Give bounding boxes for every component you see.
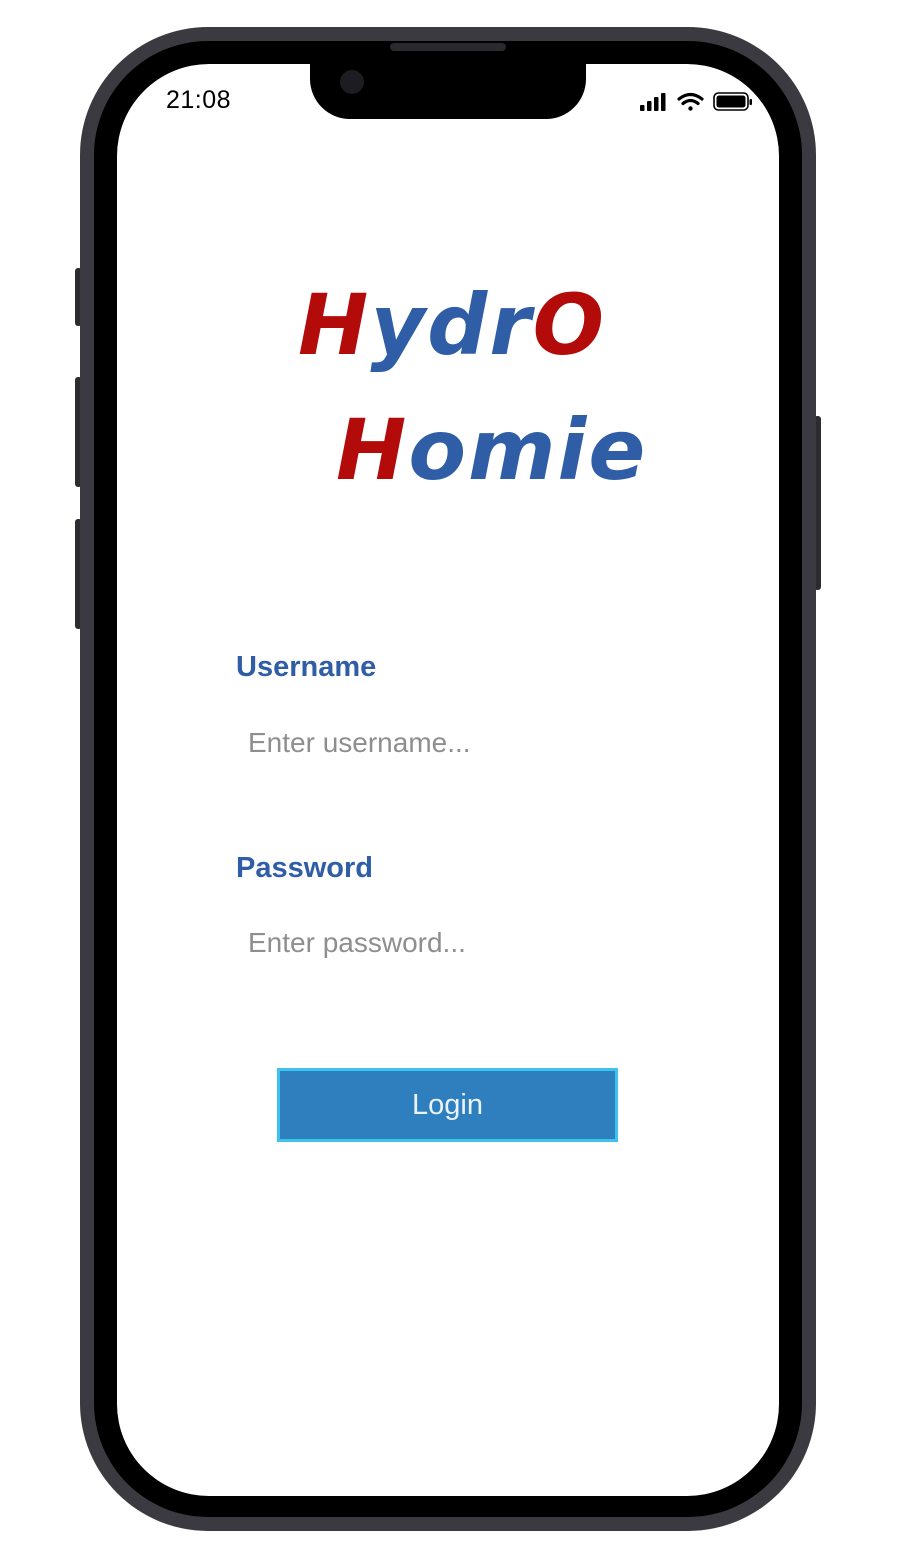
- logo-letter-o: O: [532, 276, 607, 374]
- password-input[interactable]: [238, 920, 658, 966]
- login-button-label: Login: [412, 1088, 483, 1121]
- password-label: Password: [236, 852, 373, 884]
- device-mockup: 21:08 HydrO Homie Username Enter usernam…: [0, 0, 900, 1548]
- front-camera: [340, 70, 364, 94]
- status-icons: [640, 90, 755, 114]
- logo-letter-h: H: [336, 401, 409, 499]
- signal-icon: [640, 93, 666, 111]
- status-time: 21:08: [166, 86, 232, 114]
- logo-letters-omie: omie: [408, 401, 648, 499]
- logo-line-homie: Homie: [336, 408, 647, 492]
- login-button[interactable]: Login: [277, 1068, 618, 1142]
- username-label: Username: [236, 651, 377, 683]
- logo-line-hydro: HydrO: [298, 283, 606, 367]
- wifi-icon: [677, 92, 704, 111]
- logo-letters-ydr: ydr: [370, 276, 533, 374]
- speaker-grille: [390, 43, 506, 51]
- battery-icon: [713, 92, 752, 111]
- username-input[interactable]: [238, 720, 658, 766]
- logo-letter-h: H: [298, 276, 371, 374]
